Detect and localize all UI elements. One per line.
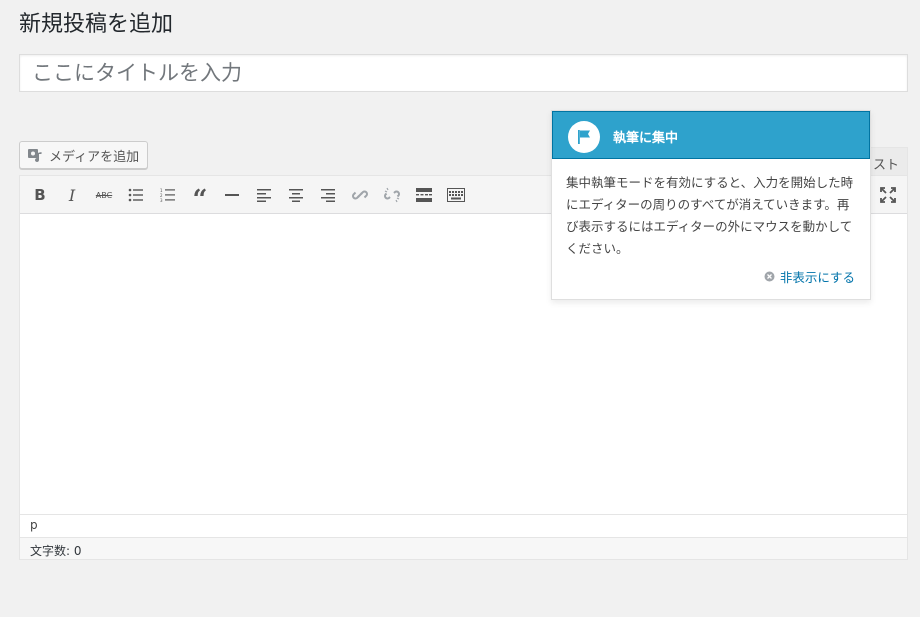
numbered-list-icon: 123 [160, 188, 175, 202]
horizontal-line-button[interactable] [221, 184, 243, 206]
toolbar-toggle-button[interactable] [445, 184, 467, 206]
italic-icon: I [68, 185, 76, 205]
flag-icon [568, 121, 600, 153]
post-title-input[interactable] [19, 54, 908, 92]
numbered-list-button[interactable]: 123 [157, 184, 179, 206]
bulleted-list-button[interactable] [125, 184, 147, 206]
dismiss-link[interactable]: 非表示にする [764, 267, 855, 286]
page-title: 新規投稿を追加 [19, 12, 174, 37]
align-center-button[interactable] [285, 184, 307, 206]
unlink-icon [384, 187, 400, 203]
word-count: 文字数: 0 [20, 537, 907, 559]
link-icon [352, 190, 368, 200]
read-more-icon [416, 188, 432, 202]
keyboard-icon [447, 188, 465, 202]
bulleted-list-icon [128, 188, 143, 202]
align-center-icon [289, 188, 303, 202]
align-left-button[interactable] [253, 184, 275, 206]
media-icon [27, 147, 44, 163]
svg-text:3: 3 [160, 198, 163, 202]
element-path[interactable]: p [20, 514, 907, 537]
dismiss-label: 非表示にする [779, 270, 855, 285]
read-more-button[interactable] [413, 184, 435, 206]
pointer-body: 集中執筆モードを有効にすると、入力を開始した時にエディターの周りのすべてが消えて… [566, 175, 854, 256]
horizontal-line-icon [225, 194, 239, 196]
blockquote-button[interactable]: “ [189, 184, 211, 213]
italic-button[interactable]: I [61, 184, 83, 206]
fullscreen-icon [880, 187, 896, 203]
pointer-header: 執筆に集中 [552, 111, 870, 159]
insert-link-button[interactable] [349, 184, 371, 206]
align-right-icon [321, 188, 335, 202]
remove-link-button[interactable] [381, 184, 403, 206]
strikethrough-button[interactable]: ABC [93, 184, 115, 206]
focus-pointer-popup: 執筆に集中 集中執筆モードを有効にすると、入力を開始した時にエディターの周りのす… [551, 110, 871, 300]
bold-icon: B [34, 186, 46, 204]
distraction-free-button[interactable] [877, 184, 899, 206]
align-left-icon [257, 188, 271, 202]
align-right-button[interactable] [317, 184, 339, 206]
blockquote-icon: “ [192, 185, 208, 215]
add-media-label: メディアを追加 [49, 149, 140, 165]
dismiss-icon [764, 271, 775, 282]
pointer-title: 執筆に集中 [613, 131, 679, 146]
strikethrough-icon: ABC [95, 190, 113, 200]
add-media-button[interactable]: メディアを追加 [19, 141, 149, 169]
bold-button[interactable]: B [29, 184, 51, 206]
